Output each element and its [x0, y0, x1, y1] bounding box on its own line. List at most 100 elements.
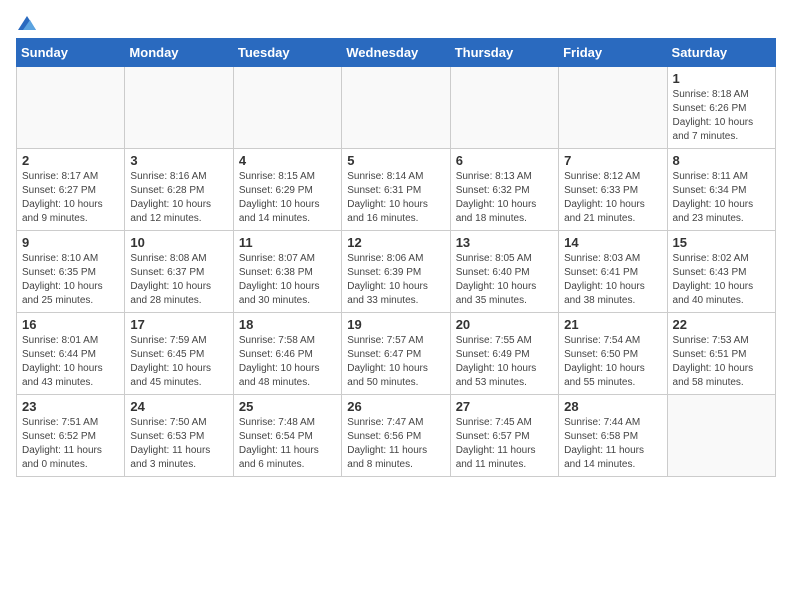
- day-info: Sunrise: 7:44 AM Sunset: 6:58 PM Dayligh…: [564, 416, 661, 472]
- calendar-cell: [233, 67, 341, 149]
- day-number: 3: [130, 153, 227, 168]
- calendar-cell: 28 Sunrise: 7:44 AM Sunset: 6:58 PM Dayli…: [559, 395, 667, 477]
- calendar-cell: 8 Sunrise: 8:11 AM Sunset: 6:34 PM Daylig…: [667, 149, 775, 231]
- day-number: 13: [456, 235, 553, 250]
- calendar-header-tuesday: Tuesday: [233, 39, 341, 67]
- day-info: Sunrise: 8:05 AM Sunset: 6:40 PM Dayligh…: [456, 252, 553, 308]
- day-info: Sunrise: 7:48 AM Sunset: 6:54 PM Dayligh…: [239, 416, 336, 472]
- day-number: 5: [347, 153, 444, 168]
- day-number: 15: [673, 235, 770, 250]
- day-number: 20: [456, 317, 553, 332]
- day-info: Sunrise: 7:51 AM Sunset: 6:52 PM Dayligh…: [22, 416, 119, 472]
- calendar-cell: 5 Sunrise: 8:14 AM Sunset: 6:31 PM Daylig…: [342, 149, 450, 231]
- calendar-cell: 1 Sunrise: 8:18 AM Sunset: 6:26 PM Daylig…: [667, 67, 775, 149]
- day-number: 2: [22, 153, 119, 168]
- day-number: 23: [22, 399, 119, 414]
- day-number: 10: [130, 235, 227, 250]
- day-number: 14: [564, 235, 661, 250]
- calendar-header-saturday: Saturday: [667, 39, 775, 67]
- calendar-cell: 4 Sunrise: 8:15 AM Sunset: 6:29 PM Daylig…: [233, 149, 341, 231]
- day-info: Sunrise: 8:03 AM Sunset: 6:41 PM Dayligh…: [564, 252, 661, 308]
- day-info: Sunrise: 8:08 AM Sunset: 6:37 PM Dayligh…: [130, 252, 227, 308]
- day-number: 4: [239, 153, 336, 168]
- day-info: Sunrise: 8:13 AM Sunset: 6:32 PM Dayligh…: [456, 170, 553, 226]
- calendar-cell: 19Sunrise: 7:57 AM Sunset: 6:47 PM Dayli…: [342, 313, 450, 395]
- day-info: Sunrise: 8:02 AM Sunset: 6:43 PM Dayligh…: [673, 252, 770, 308]
- day-number: 6: [456, 153, 553, 168]
- day-info: Sunrise: 8:16 AM Sunset: 6:28 PM Dayligh…: [130, 170, 227, 226]
- day-number: 18: [239, 317, 336, 332]
- calendar-cell: 22 Sunrise: 7:53 AM Sunset: 6:51 PM Dayli…: [667, 313, 775, 395]
- day-info: Sunrise: 7:55 AM Sunset: 6:49 PM Dayligh…: [456, 334, 553, 390]
- calendar-week-3: 9 Sunrise: 8:10 AM Sunset: 6:35 PM Daylig…: [17, 231, 776, 313]
- day-number: 28: [564, 399, 661, 414]
- day-number: 17: [130, 317, 227, 332]
- logo-icon: [18, 16, 36, 30]
- calendar-cell: 26 Sunrise: 7:47 AM Sunset: 6:56 PM Dayli…: [342, 395, 450, 477]
- day-number: 27: [456, 399, 553, 414]
- day-number: 11: [239, 235, 336, 250]
- day-info: Sunrise: 7:45 AM Sunset: 6:57 PM Dayligh…: [456, 416, 553, 472]
- calendar-week-4: 16 Sunrise: 8:01 AM Sunset: 6:44 PM Dayli…: [17, 313, 776, 395]
- logo: [16, 16, 36, 30]
- calendar-header-row: SundayMondayTuesdayWednesdayThursdayFrid…: [17, 39, 776, 67]
- day-number: 21: [564, 317, 661, 332]
- day-number: 24: [130, 399, 227, 414]
- day-number: 25: [239, 399, 336, 414]
- calendar-cell: 10 Sunrise: 8:08 AM Sunset: 6:37 PM Dayli…: [125, 231, 233, 313]
- day-number: 16: [22, 317, 119, 332]
- calendar-cell: 12 Sunrise: 8:06 AM Sunset: 6:39 PM Dayli…: [342, 231, 450, 313]
- day-info: Sunrise: 7:53 AM Sunset: 6:51 PM Dayligh…: [673, 334, 770, 390]
- day-info: Sunrise: 8:15 AM Sunset: 6:29 PM Dayligh…: [239, 170, 336, 226]
- page-header: [16, 16, 776, 30]
- day-number: 26: [347, 399, 444, 414]
- calendar-cell: [450, 67, 558, 149]
- day-info: Sunrise: 7:58 AM Sunset: 6:46 PM Dayligh…: [239, 334, 336, 390]
- day-info: Sunrise: 7:59 AM Sunset: 6:45 PM Dayligh…: [130, 334, 227, 390]
- calendar-cell: [17, 67, 125, 149]
- calendar-header-wednesday: Wednesday: [342, 39, 450, 67]
- day-info: Sunrise: 7:47 AM Sunset: 6:56 PM Dayligh…: [347, 416, 444, 472]
- day-info: Sunrise: 7:54 AM Sunset: 6:50 PM Dayligh…: [564, 334, 661, 390]
- calendar-cell: 16 Sunrise: 8:01 AM Sunset: 6:44 PM Dayli…: [17, 313, 125, 395]
- day-number: 8: [673, 153, 770, 168]
- calendar-cell: 27 Sunrise: 7:45 AM Sunset: 6:57 PM Dayli…: [450, 395, 558, 477]
- calendar-header-thursday: Thursday: [450, 39, 558, 67]
- day-info: Sunrise: 8:10 AM Sunset: 6:35 PM Dayligh…: [22, 252, 119, 308]
- calendar-cell: 25 Sunrise: 7:48 AM Sunset: 6:54 PM Dayli…: [233, 395, 341, 477]
- day-info: Sunrise: 8:06 AM Sunset: 6:39 PM Dayligh…: [347, 252, 444, 308]
- day-info: Sunrise: 7:57 AM Sunset: 6:47 PM Dayligh…: [347, 334, 444, 390]
- calendar-header-monday: Monday: [125, 39, 233, 67]
- day-number: 9: [22, 235, 119, 250]
- day-number: 1: [673, 71, 770, 86]
- day-number: 22: [673, 317, 770, 332]
- day-info: Sunrise: 8:12 AM Sunset: 6:33 PM Dayligh…: [564, 170, 661, 226]
- calendar-cell: 7Sunrise: 8:12 AM Sunset: 6:33 PM Daylig…: [559, 149, 667, 231]
- calendar-cell: 23 Sunrise: 7:51 AM Sunset: 6:52 PM Dayli…: [17, 395, 125, 477]
- calendar-cell: 6 Sunrise: 8:13 AM Sunset: 6:32 PM Daylig…: [450, 149, 558, 231]
- calendar-week-1: 1 Sunrise: 8:18 AM Sunset: 6:26 PM Daylig…: [17, 67, 776, 149]
- calendar-cell: 18 Sunrise: 7:58 AM Sunset: 6:46 PM Dayli…: [233, 313, 341, 395]
- day-info: Sunrise: 8:11 AM Sunset: 6:34 PM Dayligh…: [673, 170, 770, 226]
- calendar-cell: 9 Sunrise: 8:10 AM Sunset: 6:35 PM Daylig…: [17, 231, 125, 313]
- day-info: Sunrise: 8:18 AM Sunset: 6:26 PM Dayligh…: [673, 88, 770, 144]
- calendar-cell: 2 Sunrise: 8:17 AM Sunset: 6:27 PM Daylig…: [17, 149, 125, 231]
- day-info: Sunrise: 8:17 AM Sunset: 6:27 PM Dayligh…: [22, 170, 119, 226]
- calendar-cell: 11 Sunrise: 8:07 AM Sunset: 6:38 PM Dayli…: [233, 231, 341, 313]
- day-number: 12: [347, 235, 444, 250]
- calendar-week-5: 23 Sunrise: 7:51 AM Sunset: 6:52 PM Dayli…: [17, 395, 776, 477]
- calendar-cell: 14 Sunrise: 8:03 AM Sunset: 6:41 PM Dayli…: [559, 231, 667, 313]
- calendar-cell: 24 Sunrise: 7:50 AM Sunset: 6:53 PM Dayli…: [125, 395, 233, 477]
- day-info: Sunrise: 8:07 AM Sunset: 6:38 PM Dayligh…: [239, 252, 336, 308]
- calendar-cell: 17 Sunrise: 7:59 AM Sunset: 6:45 PM Dayli…: [125, 313, 233, 395]
- calendar-header-sunday: Sunday: [17, 39, 125, 67]
- calendar-cell: 21 Sunrise: 7:54 AM Sunset: 6:50 PM Dayli…: [559, 313, 667, 395]
- calendar-cell: [342, 67, 450, 149]
- day-info: Sunrise: 7:50 AM Sunset: 6:53 PM Dayligh…: [130, 416, 227, 472]
- calendar-table: SundayMondayTuesdayWednesdayThursdayFrid…: [16, 38, 776, 477]
- calendar-week-2: 2 Sunrise: 8:17 AM Sunset: 6:27 PM Daylig…: [17, 149, 776, 231]
- calendar-cell: 20 Sunrise: 7:55 AM Sunset: 6:49 PM Dayli…: [450, 313, 558, 395]
- day-info: Sunrise: 8:14 AM Sunset: 6:31 PM Dayligh…: [347, 170, 444, 226]
- calendar-cell: [667, 395, 775, 477]
- day-info: Sunrise: 8:01 AM Sunset: 6:44 PM Dayligh…: [22, 334, 119, 390]
